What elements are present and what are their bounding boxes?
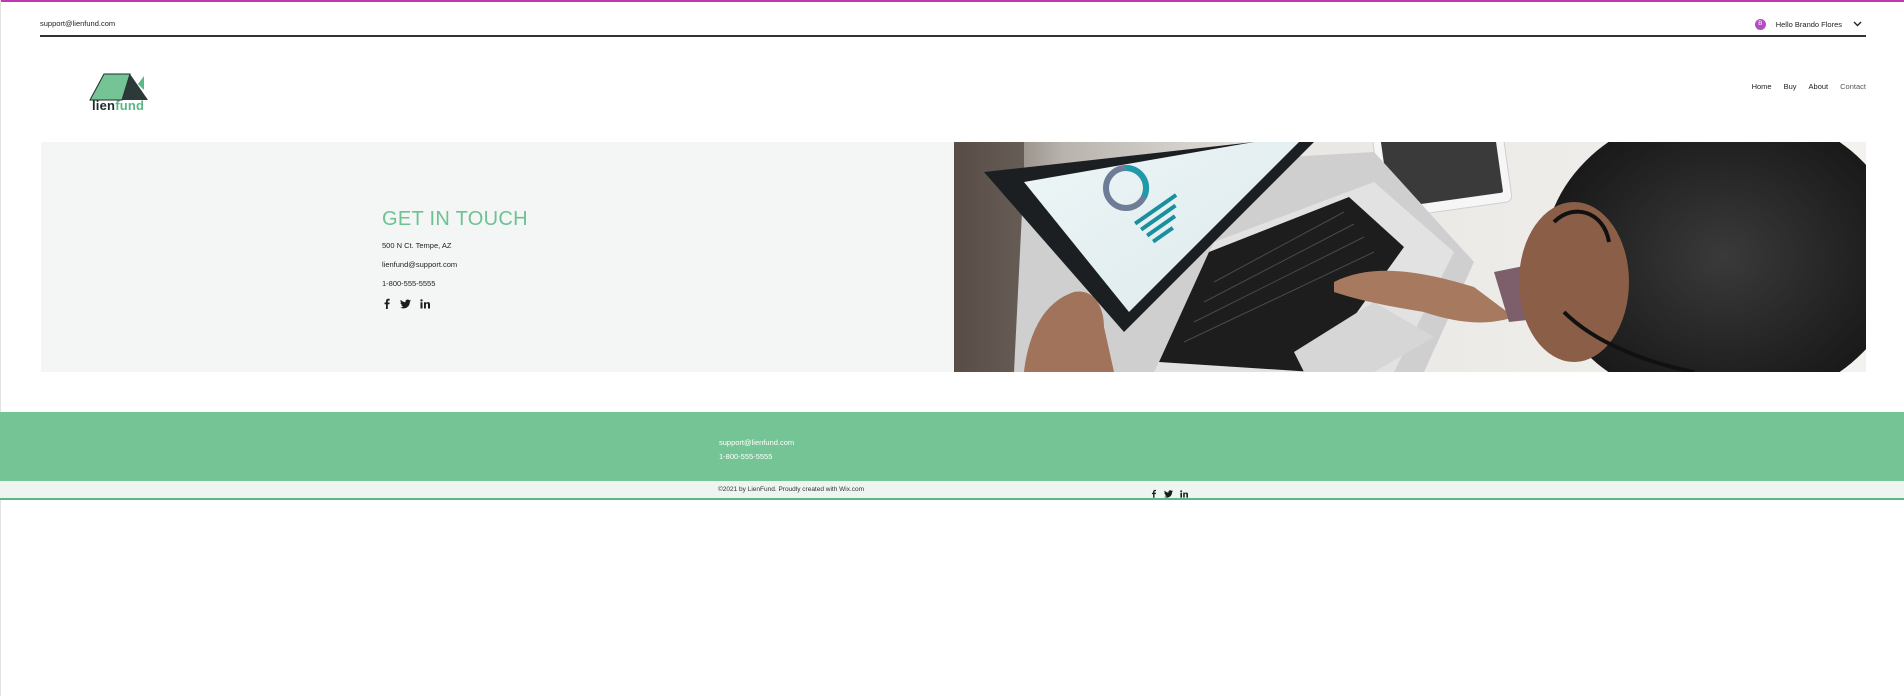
user-greeting[interactable]: Hello Brando Flores xyxy=(1776,20,1842,29)
footer-bottom-bar: ©2021 by LienFund. Proudly created with … xyxy=(0,481,1904,499)
top-accent-bar xyxy=(0,0,1904,2)
contact-panel: GET IN TOUCH 500 N Ct. Tempe, AZ lienfun… xyxy=(41,142,954,372)
nav-buy[interactable]: Buy xyxy=(1784,82,1797,91)
nav-home[interactable]: Home xyxy=(1752,82,1772,91)
facebook-icon[interactable] xyxy=(382,298,391,309)
linkedin-icon[interactable] xyxy=(1180,485,1188,503)
footer-social-links xyxy=(1150,485,1188,503)
left-edge-line xyxy=(0,0,1,696)
user-menu[interactable]: B Hello Brando Flores xyxy=(1754,16,1862,32)
footer-contact: support@lienfund.com 1-800-555-5555 xyxy=(719,436,794,464)
copyright: ©2021 by LienFund. Proudly created with … xyxy=(718,486,865,493)
nav-contact[interactable]: Contact xyxy=(1840,82,1866,91)
footer-bottom-divider xyxy=(0,498,1904,500)
contact-address: 500 N Ct. Tempe, AZ xyxy=(382,241,452,250)
contact-email[interactable]: lienfund@support.com xyxy=(382,260,528,269)
chevron-down-icon[interactable] xyxy=(1852,19,1862,29)
twitter-icon[interactable] xyxy=(1164,485,1173,503)
avatar[interactable]: B xyxy=(1754,18,1766,30)
logo-wordmark[interactable]: lienfund xyxy=(92,98,144,113)
hero-photo-laptop xyxy=(954,142,1866,372)
page: support@lienfund.com B Hello Brando Flor… xyxy=(0,0,1904,696)
logo-word-fund: fund xyxy=(115,98,145,113)
topbar-email[interactable]: support@lienfund.com xyxy=(40,19,115,28)
footer-phone[interactable]: 1-800-555-5555 xyxy=(719,450,794,464)
contact-heading: GET IN TOUCH xyxy=(382,208,528,230)
facebook-icon[interactable] xyxy=(1150,485,1157,503)
topbar-divider xyxy=(40,35,1866,37)
nav-about[interactable]: About xyxy=(1809,82,1829,91)
twitter-icon[interactable] xyxy=(400,298,411,309)
linkedin-icon[interactable] xyxy=(420,298,430,309)
topbar: support@lienfund.com B Hello Brando Flor… xyxy=(40,12,1866,36)
contact-phone[interactable]: 1-800-555-5555 xyxy=(382,279,528,288)
logo-word-lien: lien xyxy=(92,98,116,113)
contact-block: GET IN TOUCH 500 N Ct. Tempe, AZ lienfun… xyxy=(382,208,528,309)
footer-email[interactable]: support@lienfund.com xyxy=(719,436,794,450)
footer: support@lienfund.com 1-800-555-5555 xyxy=(0,412,1904,481)
main-nav: Home Buy About Contact xyxy=(1752,82,1866,91)
contact-social-links xyxy=(382,298,528,309)
